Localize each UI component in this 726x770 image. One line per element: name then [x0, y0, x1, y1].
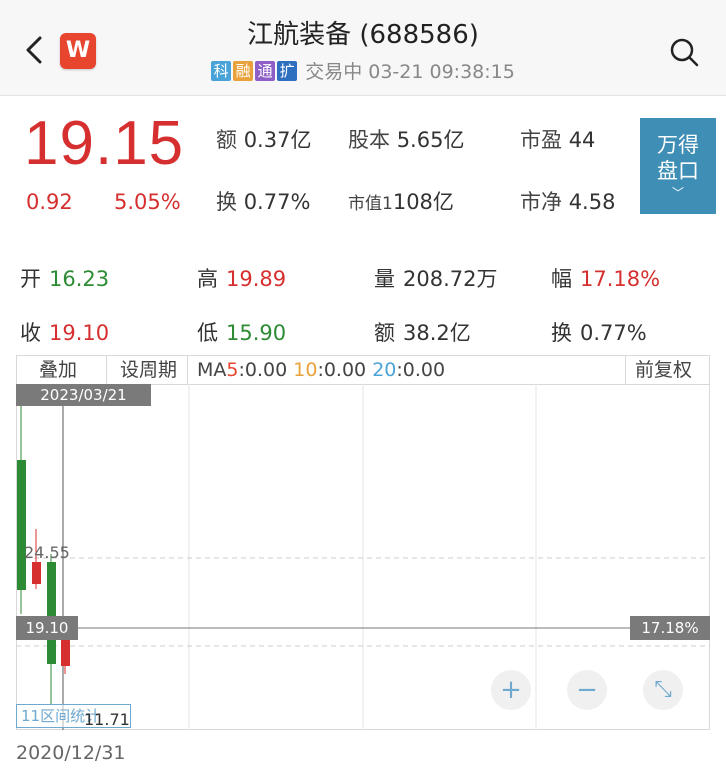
set-period-button[interactable]: 设周期	[120, 356, 177, 384]
tag-rong[interactable]: 融	[233, 61, 254, 81]
tag-kuo[interactable]: 扩	[277, 61, 298, 81]
price-mid-label: 24.55	[24, 543, 70, 562]
price-line-left-tag: 19.10	[16, 616, 78, 640]
stat-share-capital: 股本 5.65亿	[348, 128, 465, 152]
zoom-out-button[interactable]: −	[567, 670, 607, 710]
detail-prev-close: 收 19.10	[20, 321, 110, 345]
stat-amount: 额 0.37亿	[216, 128, 312, 152]
detail-turnover-amount: 额 38.2亿	[374, 321, 471, 345]
candle	[47, 562, 56, 664]
zoom-in-button[interactable]: +	[491, 670, 531, 710]
candle	[61, 638, 70, 666]
current-price: 19.15	[24, 109, 185, 178]
adjust-price-button[interactable]: 前复权	[635, 356, 692, 384]
search-icon[interactable]	[668, 36, 700, 68]
cursor-value: 11.71	[84, 710, 130, 729]
price-line-right-tag: 17.18%	[630, 616, 710, 640]
price-change: 0.92	[26, 190, 73, 214]
candle	[17, 460, 26, 590]
candle	[32, 562, 41, 584]
status-line: 科融通扩 交易中 03-21 09:38:15	[0, 57, 726, 84]
chart-canvas	[16, 384, 710, 730]
detail-amplitude: 幅 17.18%	[551, 267, 661, 291]
detail-high: 高 19.89	[197, 267, 287, 291]
wande-orderbook-button[interactable]: 万得 盘口 ﹀	[640, 118, 716, 214]
price-change-pct: 5.05%	[114, 190, 181, 214]
ma-indicators: MA5:0.00 10:0.00 20:0.00	[197, 359, 446, 381]
wande-button-line2: 盘口	[657, 159, 699, 183]
detail-turnover-rate: 换 0.77%	[551, 321, 647, 345]
tag-ke[interactable]: 科	[211, 61, 232, 81]
top-bar: W 江航装备 (688586) 科融通扩 交易中 03-21 09:38:15	[0, 0, 726, 96]
chart-toolbar: 叠加 设周期 MA5:0.00 10:0.00 20:0.00 前复权	[17, 356, 709, 385]
stat-pe: 市盈 44	[520, 128, 596, 152]
detail-open: 开 16.23	[20, 267, 110, 291]
chevron-down-icon: ﹀	[671, 186, 684, 200]
wande-button-line1: 万得	[657, 133, 699, 157]
stat-market-cap: 市值1108亿	[348, 190, 454, 214]
start-date-label: 2020/12/31	[16, 742, 126, 764]
detail-low: 低 15.90	[197, 321, 287, 345]
stat-turnover: 换 0.77%	[216, 190, 311, 214]
fullscreen-icon[interactable]: ⤡	[643, 670, 683, 710]
trading-status: 交易中 03-21 09:38:15	[305, 61, 515, 83]
stat-pb: 市净 4.58	[520, 190, 616, 214]
stock-title: 江航装备 (688586)	[247, 20, 479, 50]
tag-tong[interactable]: 通	[255, 61, 276, 81]
cursor-date-tag: 2023/03/21	[16, 384, 151, 406]
detail-volume: 量 208.72万	[374, 267, 498, 291]
overlay-button[interactable]: 叠加	[39, 356, 77, 384]
